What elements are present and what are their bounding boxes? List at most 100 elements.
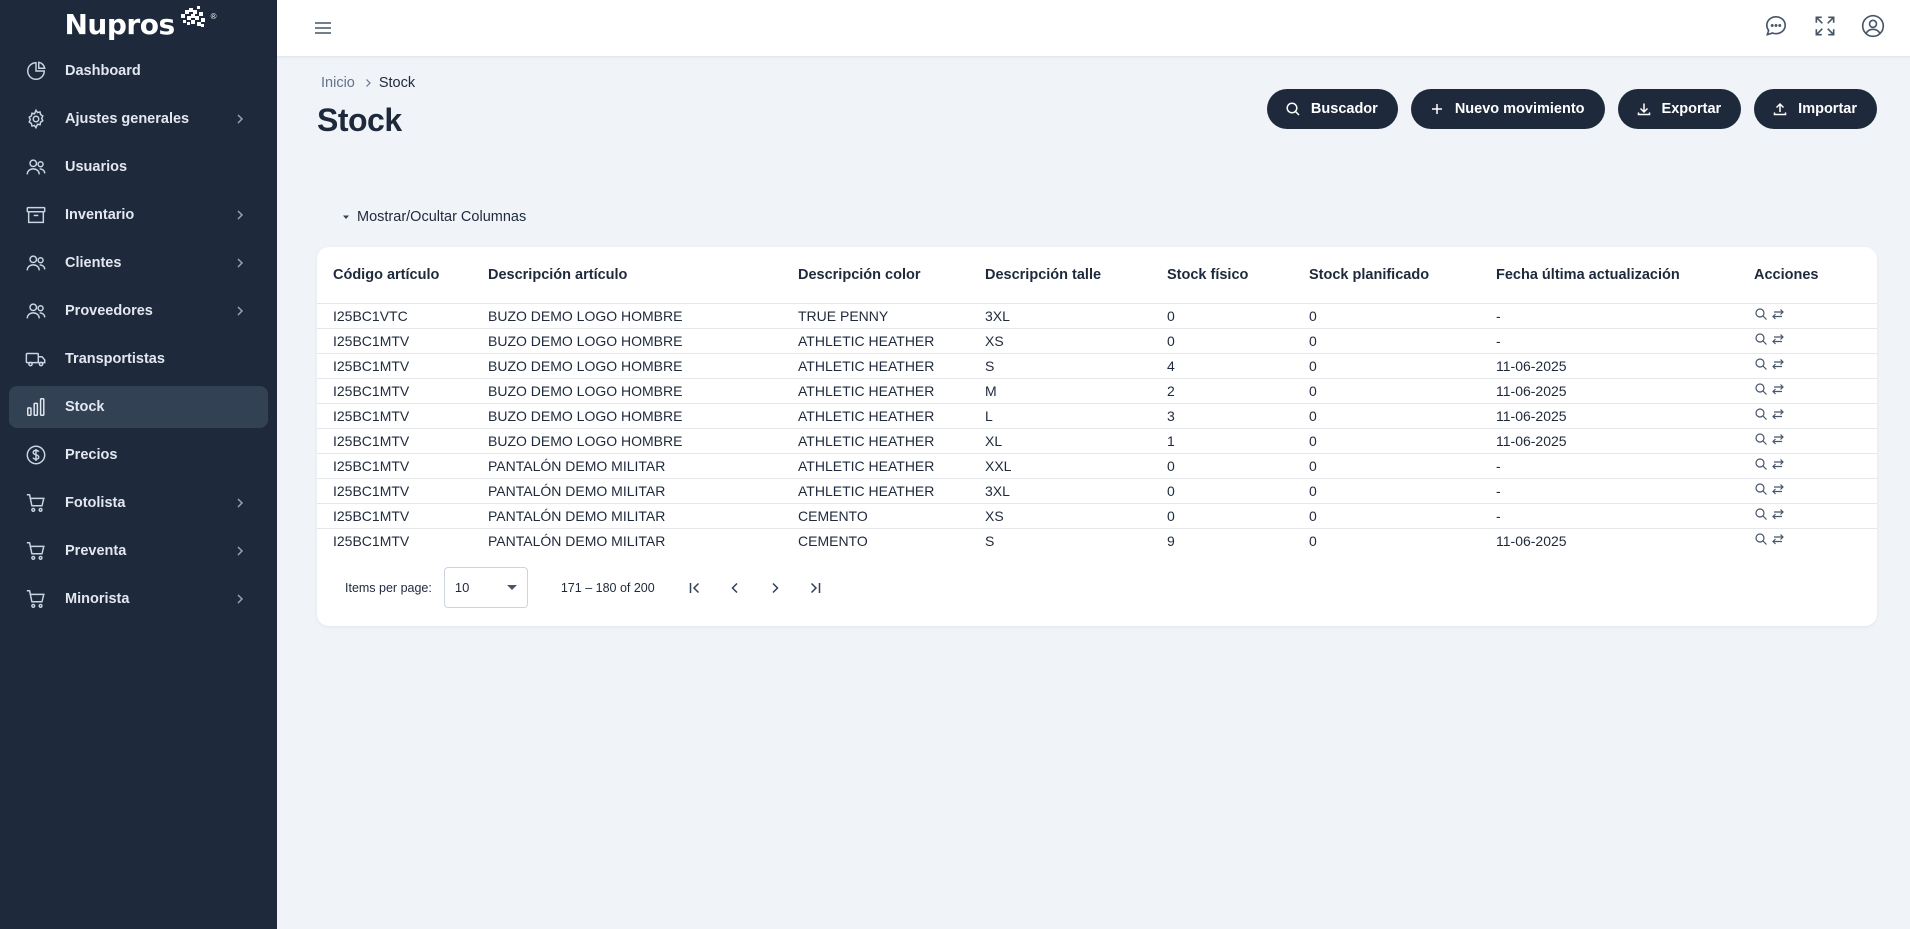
- items-per-page-select[interactable]: 10: [443, 567, 528, 608]
- sidebar-item-label: Stock: [65, 399, 105, 415]
- column-header-descripcion-articulo[interactable]: Descripción artículo: [488, 247, 798, 304]
- sidebar-item-precios[interactable]: Precios: [9, 434, 268, 476]
- magnifier-icon[interactable]: [1754, 507, 1768, 521]
- swap-arrows-icon[interactable]: [1771, 482, 1785, 496]
- cell-descripcion-color: TRUE PENNY: [798, 303, 985, 329]
- column-header-acciones: Acciones: [1754, 247, 1877, 304]
- previous-page-button[interactable]: [715, 568, 755, 608]
- magnifier-icon[interactable]: [1754, 332, 1768, 346]
- cell-stock-planificado: 0: [1309, 353, 1496, 379]
- gear-icon: [28, 108, 44, 130]
- sidebar-item-label: Fotolista: [65, 495, 126, 511]
- sidebar-item-minorista[interactable]: Minorista: [9, 578, 268, 620]
- cell-fecha-actualizacion: 11-06-2025: [1496, 353, 1754, 379]
- cell-stock-planificado: 0: [1309, 453, 1496, 479]
- cell-fecha-actualizacion: -: [1496, 478, 1754, 504]
- column-header-stock-fisico[interactable]: Stock físico: [1167, 247, 1309, 304]
- hamburger-menu-icon[interactable]: [311, 16, 335, 40]
- column-header-stock-planificado[interactable]: Stock planificado: [1309, 247, 1496, 304]
- breadcrumb-home-link[interactable]: Inicio: [321, 75, 355, 91]
- column-header-descripcion-color[interactable]: Descripción color: [798, 247, 985, 304]
- magnifier-icon[interactable]: [1754, 432, 1768, 446]
- chevron-right-icon: [237, 258, 244, 268]
- sidebar-item-ajustes-generales[interactable]: Ajustes generales: [9, 98, 268, 140]
- cell-descripcion-articulo: BUZO DEMO LOGO HOMBRE: [488, 403, 798, 429]
- magnifier-icon[interactable]: [1754, 457, 1768, 471]
- cell-descripcion-talle: XS: [985, 328, 1167, 354]
- sidebar-nav: Dashboard Ajustes generales Usuarios Inv…: [0, 50, 277, 620]
- logo-bull-icon: [180, 6, 205, 27]
- swap-arrows-icon[interactable]: [1771, 507, 1785, 521]
- cell-descripcion-articulo: PANTALÓN DEMO MILITAR: [488, 478, 798, 504]
- sidebar-item-proveedores[interactable]: Proveedores: [9, 290, 268, 332]
- cell-descripcion-talle: XL: [985, 428, 1167, 454]
- cell-fecha-actualizacion: -: [1496, 303, 1754, 329]
- swap-arrows-icon[interactable]: [1771, 357, 1785, 371]
- column-header-codigo[interactable]: Código artículo: [317, 247, 488, 304]
- toggle-columns-expander[interactable]: Mostrar/Ocultar Columnas: [341, 209, 526, 225]
- logo[interactable]: Nupros ®: [0, 0, 277, 48]
- swap-arrows-icon[interactable]: [1771, 432, 1785, 446]
- plus-icon: [1431, 104, 1442, 114]
- swap-arrows-icon[interactable]: [1771, 382, 1785, 396]
- cell-stock-fisico: 2: [1167, 378, 1309, 404]
- sidebar-item-dashboard[interactable]: Dashboard: [9, 50, 268, 92]
- magnifier-icon[interactable]: [1754, 307, 1768, 321]
- new-movement-button[interactable]: Nuevo movimiento: [1410, 89, 1605, 129]
- swap-arrows-icon[interactable]: [1771, 532, 1785, 546]
- table-body: I25BC1VTC BUZO DEMO LOGO HOMBRE TRUE PENNY…: [317, 303, 1877, 553]
- chat-bubble-icon[interactable]: [1763, 13, 1789, 39]
- cell-descripcion-color: ATHLETIC HEATHER: [798, 328, 985, 354]
- column-header-descripcion-talle[interactable]: Descripción talle: [985, 247, 1167, 304]
- sidebar-item-preventa[interactable]: Preventa: [9, 530, 268, 572]
- swap-arrows-icon[interactable]: [1771, 407, 1785, 421]
- swap-arrows-icon[interactable]: [1771, 457, 1785, 471]
- sidebar-item-inventario[interactable]: Inventario: [9, 194, 268, 236]
- sidebar-item-fotolista[interactable]: Fotolista: [9, 482, 268, 524]
- sidebar-item-usuarios[interactable]: Usuarios: [9, 146, 268, 188]
- swap-arrows-icon[interactable]: [1771, 332, 1785, 346]
- import-button[interactable]: Importar: [1754, 89, 1877, 129]
- cell-stock-planificado: 0: [1309, 328, 1496, 354]
- chevron-right-icon: [237, 114, 244, 124]
- search-button[interactable]: Buscador: [1266, 89, 1398, 129]
- row-actions: [1754, 307, 1877, 321]
- row-actions: [1754, 507, 1877, 521]
- row-actions: [1754, 332, 1877, 346]
- cell-fecha-actualizacion: -: [1496, 453, 1754, 479]
- magnifier-icon[interactable]: [1754, 482, 1768, 496]
- next-page-button[interactable]: [755, 568, 795, 608]
- magnifier-icon[interactable]: [1754, 532, 1768, 546]
- column-header-fecha-actualizacion[interactable]: Fecha última actualización: [1496, 247, 1754, 304]
- cell-stock-planificado: 0: [1309, 378, 1496, 404]
- row-actions: [1754, 382, 1877, 396]
- row-actions: [1754, 482, 1877, 496]
- magnifier-icon[interactable]: [1754, 382, 1768, 396]
- users-icon: [26, 159, 46, 175]
- user-circle-icon[interactable]: [1860, 13, 1886, 39]
- sidebar-item-transportistas[interactable]: Transportistas: [9, 338, 268, 380]
- magnifier-icon[interactable]: [1754, 357, 1768, 371]
- magnifier-icon[interactable]: [1754, 407, 1768, 421]
- cell-descripcion-talle: 3XL: [985, 478, 1167, 504]
- cell-descripcion-talle: M: [985, 378, 1167, 404]
- sidebar-item-label: Clientes: [65, 255, 122, 271]
- cart-icon: [26, 590, 45, 608]
- export-button[interactable]: Exportar: [1617, 89, 1742, 129]
- cell-descripcion-talle: L: [985, 403, 1167, 429]
- swap-arrows-icon[interactable]: [1771, 307, 1785, 321]
- chevron-left-icon: [731, 582, 738, 593]
- cell-stock-fisico: 3: [1167, 403, 1309, 429]
- fullscreen-icon[interactable]: [1812, 13, 1838, 39]
- sidebar-item-label: Dashboard: [65, 63, 141, 79]
- last-page-button[interactable]: [795, 568, 835, 608]
- table-row: I25BC1MTV BUZO DEMO LOGO HOMBRE ATHLETIC H…: [317, 428, 1877, 454]
- sidebar-item-stock[interactable]: Stock: [9, 386, 268, 428]
- sidebar-item-clientes[interactable]: Clientes: [9, 242, 268, 284]
- first-page-button[interactable]: [675, 568, 715, 608]
- cell-descripcion-talle: XXL: [985, 453, 1167, 479]
- items-per-page-value: 10: [454, 580, 470, 595]
- cell-stock-planificado: 0: [1309, 478, 1496, 504]
- cell-acciones: [1754, 328, 1877, 354]
- cell-stock-fisico: 0: [1167, 503, 1309, 529]
